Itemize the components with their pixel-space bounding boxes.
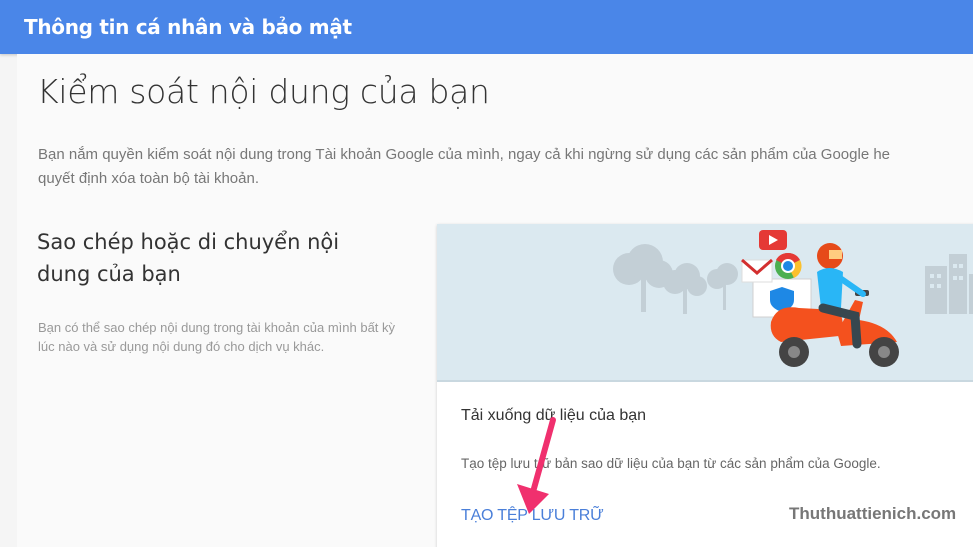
annotation-arrow-icon	[517, 417, 556, 514]
watermark-text: Thuthuattienich.com	[789, 504, 957, 523]
intro-text: Bạn nắm quyền kiểm soát nội dung trong T…	[38, 143, 973, 191]
intro-line-1: Bạn nắm quyền kiểm soát nội dung trong T…	[38, 146, 891, 163]
trees-illustration	[613, 244, 738, 314]
gmail-icon	[741, 258, 773, 283]
chrome-icon	[775, 252, 802, 279]
youtube-icon	[759, 230, 787, 250]
section-description: Bạn có thể sao chép nội dung trong tài k…	[38, 320, 396, 354]
header-title: Thông tin cá nhân và bảo mật	[24, 15, 352, 39]
intro-line-2: quyết định xóa toàn bộ tài khoản.	[38, 170, 260, 187]
app-header: Thông tin cá nhân và bảo mật	[0, 0, 973, 54]
scooter-illustration	[437, 230, 973, 382]
page-title: Kiểm soát nội dung của bạn	[37, 72, 490, 111]
section-title: Sao chép hoặc di chuyển nội dung của bạn	[37, 230, 340, 286]
card-illustration	[437, 224, 973, 382]
main-content: Kiểm soát nội dung của bạn Bạn nắm quyền…	[17, 54, 973, 547]
